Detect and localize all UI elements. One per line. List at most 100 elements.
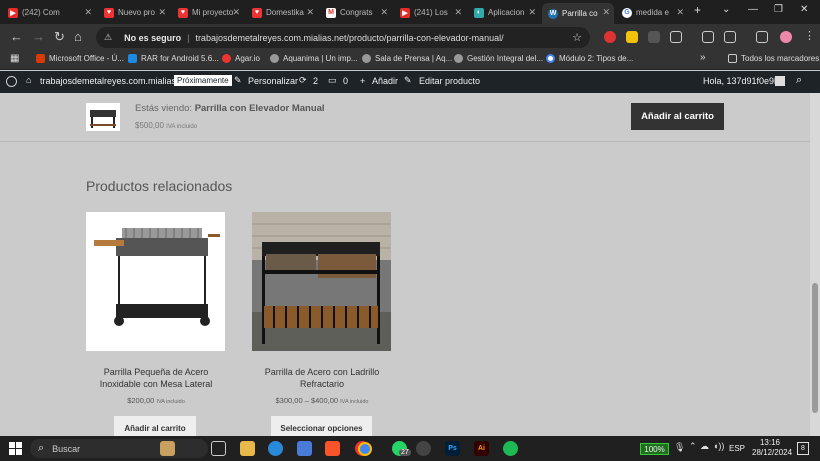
volume-icon[interactable]: ◖)) bbox=[713, 441, 724, 451]
sticky-price: $500,00 IVA incluido bbox=[135, 121, 197, 130]
comments-count[interactable]: 0 bbox=[343, 76, 348, 86]
user-avatar[interactable] bbox=[775, 76, 785, 86]
tab[interactable]: ▶ (242) Com ✕ bbox=[2, 3, 96, 22]
reload-icon[interactable]: ↻ bbox=[54, 29, 65, 45]
battery-indicator[interactable]: 100% bbox=[640, 443, 669, 455]
product-image[interactable] bbox=[86, 212, 225, 351]
close-tab-icon[interactable]: ✕ bbox=[454, 7, 462, 18]
product-image[interactable] bbox=[252, 212, 391, 351]
new-content-link[interactable]: Añadir bbox=[372, 76, 398, 86]
app-icon[interactable] bbox=[416, 441, 431, 456]
security-indicator[interactable]: No es seguro bbox=[118, 33, 187, 43]
url-text[interactable]: trabajosdemetalreyes.com.mialias.net/pro… bbox=[195, 33, 503, 43]
restore-button[interactable]: ❐ bbox=[774, 4, 783, 15]
plus-icon: + bbox=[360, 76, 366, 86]
spotify-icon[interactable] bbox=[503, 441, 518, 456]
product-name[interactable]: Parrilla de Acero con Ladrillo Refractar… bbox=[252, 366, 392, 390]
new-tab-button[interactable]: + bbox=[694, 3, 701, 17]
updates-icon[interactable]: ⟳ bbox=[299, 75, 307, 86]
tab-search-icon[interactable]: ⌄ bbox=[722, 4, 730, 15]
clock[interactable]: 13:16 28/12/2024 bbox=[752, 438, 792, 458]
close-tab-icon[interactable]: ✕ bbox=[380, 7, 388, 18]
updates-count[interactable]: 2 bbox=[313, 76, 318, 86]
illustrator-icon[interactable]: Ai bbox=[474, 441, 489, 456]
globe-icon bbox=[454, 54, 463, 63]
tab[interactable]: ♥ Nuevo pro ✕ bbox=[98, 3, 170, 22]
avatar[interactable] bbox=[780, 31, 792, 43]
customize-link[interactable]: Personalizar bbox=[248, 76, 298, 86]
network-icon[interactable]: ☁ bbox=[700, 441, 709, 452]
tab[interactable]: Gmedida e ✕ bbox=[616, 3, 688, 22]
close-tab-icon[interactable]: ✕ bbox=[602, 7, 610, 18]
task-view-icon[interactable] bbox=[211, 441, 226, 456]
scrollbar[interactable] bbox=[810, 93, 820, 436]
notification-badge[interactable]: 8 bbox=[797, 442, 809, 455]
reading-list-icon[interactable] bbox=[702, 31, 714, 43]
minimize-button[interactable]: — bbox=[748, 4, 758, 15]
extensions-puzzle-icon[interactable] bbox=[670, 31, 682, 43]
bookmarks-icon[interactable] bbox=[724, 31, 736, 43]
tray-chevron-icon[interactable]: ⌃ bbox=[689, 441, 697, 452]
bookmark-star-icon[interactable]: ☆ bbox=[572, 31, 582, 44]
globe-icon bbox=[362, 54, 371, 63]
tab[interactable]: M Congrats ✕ bbox=[320, 3, 392, 22]
search-highlight-icon[interactable] bbox=[160, 441, 175, 456]
bookmark-item[interactable]: Gestión Integral del... bbox=[454, 54, 543, 63]
close-tab-icon[interactable]: ✕ bbox=[676, 7, 684, 18]
tab[interactable]: ♥ Domestika ✕ bbox=[246, 3, 318, 22]
tab-active[interactable]: W Parrilla co ✕ bbox=[542, 3, 614, 24]
tab[interactable]: ▶ (241) Los ✕ bbox=[394, 3, 466, 22]
search-icon[interactable]: ⌕ bbox=[796, 74, 802, 87]
home-icon[interactable]: ⌂ bbox=[74, 29, 82, 44]
comments-icon[interactable]: ▭ bbox=[328, 75, 337, 86]
chrome-icon[interactable] bbox=[358, 442, 372, 456]
brave-icon[interactable] bbox=[325, 441, 340, 456]
side-panel-icon[interactable] bbox=[756, 31, 768, 43]
bookmark-item[interactable]: Aquanima | Un imp... bbox=[270, 54, 358, 63]
close-tab-icon[interactable]: ✕ bbox=[306, 7, 314, 18]
tax-note: IVA incluido bbox=[166, 124, 198, 130]
bookmark-item[interactable]: Agar.io bbox=[222, 54, 260, 63]
site-name[interactable]: trabajosdemetalreyes.com.mialias.net bbox=[40, 76, 191, 86]
photoshop-icon[interactable]: Ps bbox=[445, 441, 460, 456]
forward-icon[interactable]: → bbox=[32, 29, 45, 44]
back-icon[interactable]: ← bbox=[10, 29, 23, 44]
close-tab-icon[interactable]: ✕ bbox=[528, 7, 536, 18]
edge-icon[interactable] bbox=[268, 441, 283, 456]
language-indicator[interactable]: ESP bbox=[729, 444, 745, 453]
apps-icon[interactable]: ▦ bbox=[10, 53, 19, 64]
bookmark-item[interactable]: Microsoft Office - Ú... bbox=[36, 54, 124, 63]
wordpress-icon[interactable] bbox=[6, 76, 17, 87]
bookmark-item[interactable]: Módulo 2: Tipos de... bbox=[546, 54, 633, 63]
extension-gray-icon[interactable] bbox=[648, 31, 660, 43]
close-tab-icon[interactable]: ✕ bbox=[84, 7, 92, 18]
menu-icon[interactable]: ⋮ bbox=[804, 29, 815, 42]
microphone-icon[interactable]: 🎙︎ bbox=[674, 442, 685, 453]
bookmark-item[interactable]: Sala de Prensa | Aq... bbox=[362, 54, 452, 63]
tab[interactable]: ♥ Mi proyecto ✕ bbox=[172, 3, 244, 22]
bookmarks-overflow-icon[interactable]: » bbox=[700, 52, 706, 63]
extension-yellow-icon[interactable] bbox=[626, 31, 638, 43]
windows-start-icon[interactable] bbox=[9, 442, 22, 455]
divider: | bbox=[187, 32, 190, 43]
user-greeting[interactable]: Hola, 137d91f0e9b5 bbox=[703, 76, 784, 86]
bookmark-item[interactable]: RAR for Android 5.6... bbox=[128, 54, 219, 63]
youtube-icon: ▶ bbox=[8, 7, 18, 18]
address-bar[interactable]: ⚠ No es seguro | trabajosdemetalreyes.co… bbox=[96, 27, 590, 48]
taskbar-search[interactable]: ⌕ Buscar bbox=[30, 439, 208, 458]
extension-red-icon[interactable] bbox=[604, 31, 616, 43]
scrollbar-thumb[interactable] bbox=[812, 283, 818, 413]
edit-product-link[interactable]: Editar producto bbox=[419, 76, 480, 86]
tab[interactable]: ◐ Aplicacion ✕ bbox=[468, 3, 540, 22]
coming-soon-badge[interactable]: Próximamente bbox=[174, 75, 232, 86]
all-bookmarks[interactable]: Todos los marcadores bbox=[728, 54, 819, 63]
product-name[interactable]: Parrilla Pequeña de Acero Inoxidable con… bbox=[86, 366, 226, 390]
add-to-cart-button[interactable]: Añadir al carrito bbox=[631, 103, 724, 130]
warning-icon[interactable]: ⚠ bbox=[104, 32, 112, 43]
tab-label: Aplicacion bbox=[488, 8, 525, 17]
close-tab-icon[interactable]: ✕ bbox=[232, 7, 240, 18]
store-icon[interactable] bbox=[297, 441, 312, 456]
close-window-button[interactable]: ✕ bbox=[800, 4, 808, 15]
close-tab-icon[interactable]: ✕ bbox=[158, 7, 166, 18]
file-explorer-icon[interactable] bbox=[240, 441, 255, 456]
